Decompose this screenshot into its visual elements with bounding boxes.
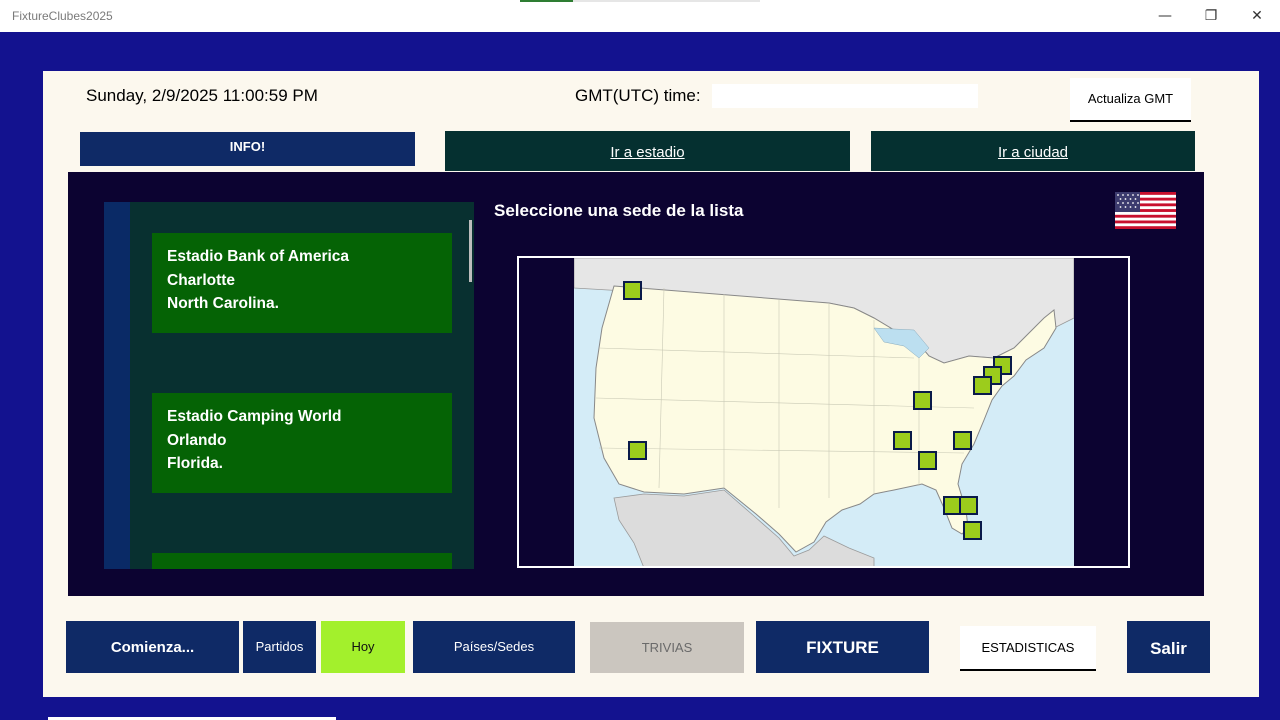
venue-item[interactable] — [152, 553, 452, 569]
select-venue-prompt: Seleccione una sede de la lista — [494, 201, 744, 220]
restore-button[interactable]: ❐ — [1188, 0, 1234, 32]
loading-progress-bar — [520, 0, 760, 2]
today-button[interactable]: Hoy — [321, 621, 405, 673]
start-button[interactable]: Comienza... — [66, 621, 239, 673]
venue-list-side-strip — [104, 202, 130, 569]
statistics-button[interactable]: ESTADISTICAS — [960, 626, 1096, 671]
update-gmt-button[interactable]: Actualiza GMT — [1070, 78, 1191, 122]
venue-list[interactable]: Estadio Bank of America Charlotte North … — [104, 202, 474, 569]
venue-marker-orlando-west[interactable] — [943, 496, 962, 515]
venue-state: Florida. — [167, 455, 223, 472]
close-button[interactable]: ✕ — [1234, 0, 1280, 32]
matches-button[interactable]: Partidos — [243, 621, 316, 673]
venue-item[interactable]: Estadio Camping World Orlando Florida. — [152, 393, 452, 493]
countries-venues-button[interactable]: Países/Sedes — [413, 621, 575, 673]
venue-marker-miami[interactable] — [963, 521, 982, 540]
venue-map[interactable] — [517, 256, 1130, 568]
venue-list-scrollbar[interactable] — [469, 220, 472, 282]
venue-marker-atlanta[interactable] — [918, 451, 937, 470]
venue-marker-los-angeles[interactable] — [628, 441, 647, 460]
venue-marker-nashville[interactable] — [893, 431, 912, 450]
gmt-time-value — [712, 84, 978, 108]
venue-marker-cincinnati[interactable] — [913, 391, 932, 410]
venue-marker-orlando[interactable] — [959, 496, 978, 515]
venue-stadium: Estadio Camping World — [167, 408, 342, 425]
go-to-city-button[interactable]: Ir a ciudad — [871, 131, 1195, 171]
venue-item[interactable]: Estadio Bank of America Charlotte North … — [152, 233, 452, 333]
info-button[interactable]: INFO! — [80, 132, 415, 166]
exit-button[interactable]: Salir — [1127, 621, 1210, 673]
usa-flag-icon — [1115, 192, 1176, 229]
usa-map — [574, 258, 1074, 566]
venue-marker-charlotte[interactable] — [953, 431, 972, 450]
fixture-button[interactable]: FIXTURE — [756, 621, 929, 673]
go-to-stadium-button[interactable]: Ir a estadio — [445, 131, 850, 171]
current-datetime: Sunday, 2/9/2025 11:00:59 PM — [86, 86, 318, 105]
venue-marker-philadelphia[interactable] — [973, 376, 992, 395]
loading-progress-fill — [520, 0, 573, 2]
trivia-button[interactable]: TRIVIAS — [590, 622, 744, 673]
gmt-label: GMT(UTC) time: — [575, 86, 701, 105]
venue-state: North Carolina. — [167, 295, 279, 312]
window-title: FixtureClubes2025 — [12, 9, 113, 23]
minimize-button[interactable]: — — [1142, 0, 1188, 32]
venue-marker-seattle[interactable] — [623, 281, 642, 300]
venue-stadium: Estadio Bank of America — [167, 248, 350, 265]
venue-city: Orlando — [167, 431, 227, 449]
title-bar: FixtureClubes2025 — ❐ ✕ — [0, 0, 1280, 32]
venue-city: Charlotte — [167, 271, 236, 289]
